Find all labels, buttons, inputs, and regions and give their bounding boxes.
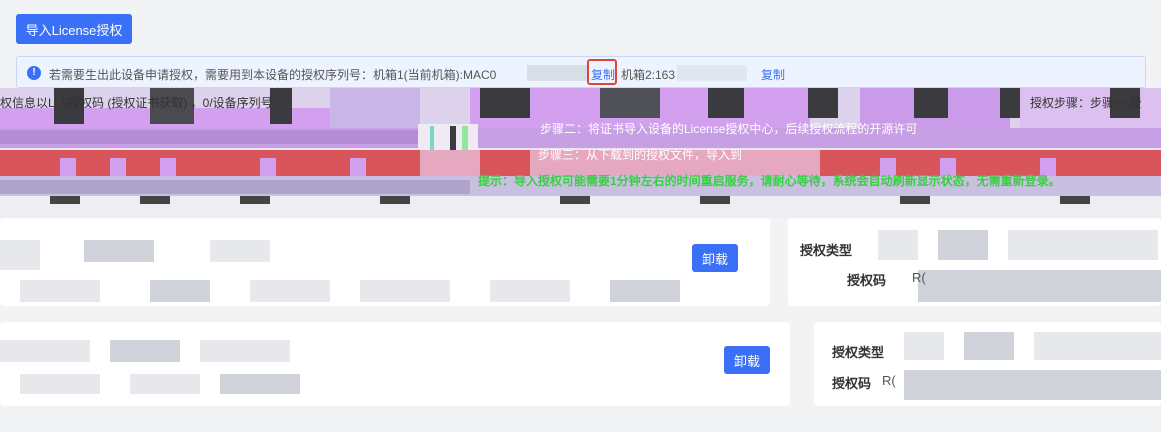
glitch-text-1: 权信息以L: 0授权码 (授权证书获取) ，0/设备序列号 bbox=[0, 96, 273, 110]
copy-serial-link[interactable]: 复制 bbox=[591, 66, 615, 83]
auth-code-label-2: 授权码 bbox=[832, 376, 872, 391]
unload-button-1[interactable]: 卸载 bbox=[692, 244, 738, 272]
glitch-text-1b: 授权步骤：步骤一 授 bbox=[1030, 96, 1142, 110]
copy-serial-link-2[interactable]: 复制 bbox=[761, 66, 785, 83]
license-info-card-2 bbox=[814, 322, 1161, 406]
device2-text: 机箱2:163 bbox=[621, 68, 676, 82]
license-card-2 bbox=[0, 322, 790, 406]
serial-number-notice: ! 若需要生出此设备申请授权，需要用到本设备的授权序列号：机箱1(当前机箱):M… bbox=[16, 56, 1146, 88]
auth-type-label-2: 授权类型 bbox=[832, 345, 885, 360]
license-info-card-1 bbox=[788, 218, 1161, 306]
info-icon: ! bbox=[27, 66, 41, 80]
unload-button-2[interactable]: 卸载 bbox=[724, 346, 770, 374]
glitch-text-3: 步骤三：从下载到的授权文件，导入到 bbox=[538, 148, 743, 162]
import-license-button[interactable]: 导入License授权 bbox=[16, 14, 132, 44]
auth-code-label-1: 授权码 bbox=[847, 273, 887, 288]
glitch-text-4: 提示：导入授权可能需要1分钟左右的时间重启服务，请耐心等待，系统会自动刷新显示状… bbox=[478, 174, 1061, 188]
auth-code-value-2: R( bbox=[882, 373, 896, 388]
auth-code-value-1: R( bbox=[912, 270, 926, 285]
ip-redaction bbox=[677, 65, 747, 81]
glitch-overlay: 权信息以L: 0授权码 (授权证书获取) ，0/设备序列号 授权步骤：步骤一 授… bbox=[0, 88, 1161, 218]
notice-text: 若需要生出此设备申请授权，需要用到本设备的授权序列号：机箱1(当前机箱):MAC… bbox=[49, 68, 497, 82]
glitch-text-2: 步骤二：将证书导入设备的License授权中心，后续授权流程的开源许可 bbox=[540, 122, 918, 136]
license-card-1 bbox=[0, 218, 770, 306]
auth-type-label-1: 授权类型 bbox=[800, 243, 853, 258]
mac-redaction bbox=[527, 65, 587, 81]
